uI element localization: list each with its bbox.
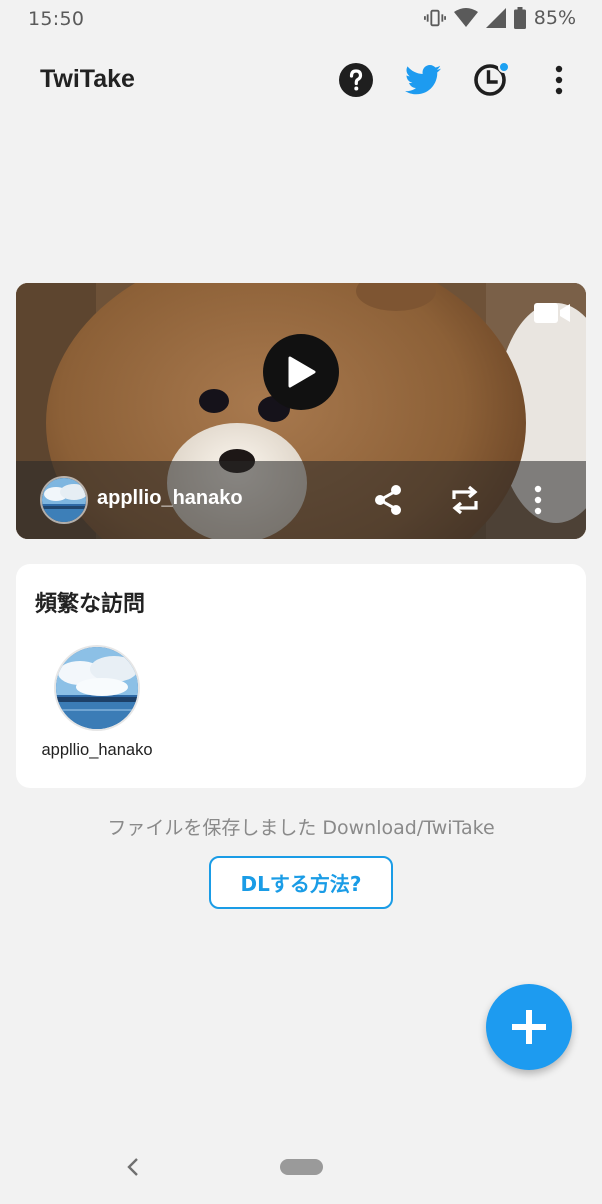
help-icon xyxy=(339,63,373,97)
video-username: appllio_hanako xyxy=(97,487,243,509)
video-info-bar: appllio_hanako xyxy=(16,461,586,539)
wifi-icon xyxy=(453,7,478,29)
how-to-download-button[interactable]: DLする方法? xyxy=(209,856,393,909)
more-vert-icon xyxy=(534,485,542,515)
frequent-visit-item[interactable]: appllio_hanako xyxy=(24,645,170,760)
status-icons: 85% xyxy=(423,7,576,29)
share-button[interactable] xyxy=(368,480,408,520)
share-icon xyxy=(375,485,401,515)
back-nav-button[interactable] xyxy=(120,1154,146,1180)
app-title: TwiTake xyxy=(40,65,135,93)
twitter-bird-icon xyxy=(405,65,441,95)
frequent-visits-title: 頻繁な訪問 xyxy=(35,592,146,617)
retweet-icon xyxy=(452,485,478,515)
plus-icon xyxy=(512,1010,546,1044)
play-button[interactable] xyxy=(263,334,339,410)
avatar xyxy=(54,645,140,731)
battery-percent: 85% xyxy=(533,7,576,29)
add-fab-button[interactable] xyxy=(486,984,572,1070)
status-time: 15:50 xyxy=(28,8,85,30)
retweet-button[interactable] xyxy=(445,480,485,520)
play-icon xyxy=(288,356,316,388)
frequent-visits-card: 頻繁な訪問 appllio_hanako xyxy=(16,564,586,788)
saved-message: ファイルを保存しました Download/TwiTake xyxy=(107,817,495,839)
vibrate-icon xyxy=(423,7,446,29)
avatar[interactable] xyxy=(40,476,88,524)
video-card[interactable]: appllio_hanako xyxy=(16,283,586,539)
history-button[interactable] xyxy=(470,60,510,100)
battery-icon xyxy=(513,7,526,29)
app-bar: TwiTake xyxy=(0,48,602,112)
home-nav-pill[interactable] xyxy=(280,1159,323,1175)
videocam-icon xyxy=(534,301,570,329)
overflow-menu-button[interactable] xyxy=(539,60,579,100)
notification-dot xyxy=(498,61,510,73)
cell-signal-icon xyxy=(485,8,506,28)
help-button[interactable] xyxy=(336,60,376,100)
frequent-visit-name: appllio_hanako xyxy=(41,741,153,759)
twitter-button[interactable] xyxy=(403,60,443,100)
chevron-left-icon xyxy=(127,1158,138,1176)
status-bar: 15:50 85% xyxy=(0,0,602,40)
video-more-button[interactable] xyxy=(518,480,558,520)
more-vert-icon xyxy=(555,65,563,95)
